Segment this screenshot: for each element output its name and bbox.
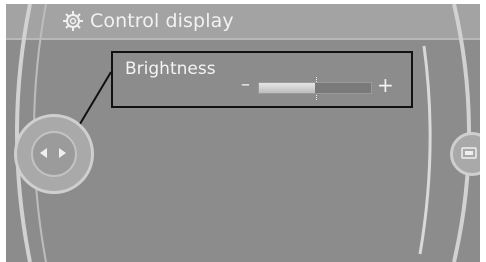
increase-brightness[interactable]: + [377,75,394,95]
page-title: Control display [90,10,234,32]
header: Control display [62,8,234,34]
brightness-setting[interactable]: Brightness – + [111,51,413,108]
slider-center-mark-bottom [316,95,317,100]
brightness-slider-fill [259,83,315,93]
screen: Control display Brightness – + [0,0,486,262]
arrow-left-icon[interactable] [40,148,47,158]
brightness-slider[interactable] [258,77,372,100]
slider-center-mark-top [316,77,317,82]
brightness-label: Brightness [125,59,216,79]
decrease-brightness[interactable]: – [241,75,250,95]
control-display-screen: Control display Brightness – + [6,4,480,262]
display-icon [461,147,477,159]
controller-knob[interactable] [14,114,94,194]
arrow-right-icon[interactable] [59,148,66,158]
controller-knob-center[interactable] [31,131,77,177]
gear-icon [63,11,83,31]
